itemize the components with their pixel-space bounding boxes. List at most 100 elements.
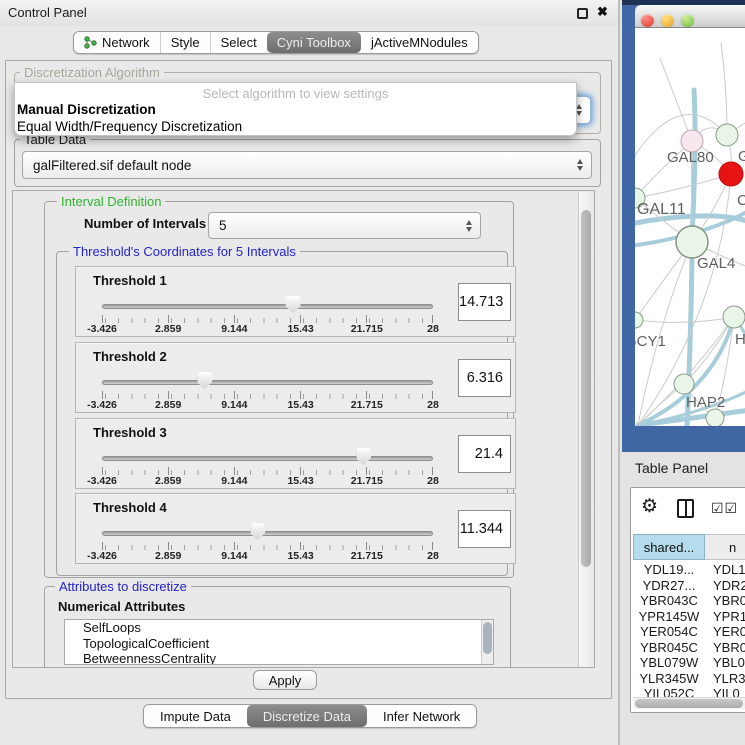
network-tab-icon [84,36,97,49]
threshold-1-slider-thumb[interactable] [286,296,301,313]
cyni-bottom-tabbar: Impute Data Discretize Data Infer Networ… [143,704,477,728]
table-panel: ⚙ ☑☑ shared... n YDL19...YDL1 YDR27...YD… [630,487,745,713]
control-panel-titlebar: Control Panel [0,0,620,26]
table-row[interactable]: YPR145WYPR1 [633,609,745,625]
node-label-hap2: HAP2 [686,394,725,411]
chevron-updown-icon [577,159,583,171]
node-label-gcy1: GCY1 [635,333,666,350]
threshold-4-slider-thumb[interactable] [250,523,265,540]
tab-jactivemnodules[interactable]: jActiveMNodules [361,32,478,53]
checkbox-icons[interactable]: ☑☑ [711,500,738,517]
tab-select[interactable]: Select [210,32,267,53]
chevron-updown-icon [466,220,472,232]
numerical-attributes-list: SelfLoops TopologicalCoefficient Between… [64,619,494,665]
threshold-1-slider-ticks [102,315,433,323]
threshold-4-value-field[interactable]: 11.344 [458,510,511,548]
gear-icon[interactable]: ⚙ [641,497,658,516]
threshold-3-slider-track[interactable] [102,456,433,461]
network-window-titlebar [635,5,745,28]
threshold-2-panel: Threshold 2 -3.4262.8599.14415.4321.7152… [75,342,516,413]
graph-node[interactable] [706,409,724,426]
threshold-1-value-field[interactable]: 14.713 [458,283,511,321]
node-label-gal11: GAL11 [637,201,686,218]
float-window-icon[interactable] [577,8,588,19]
thresholds-group-title: Threshold's Coordinates for 5 Intervals [69,244,300,259]
node-label-gal4: GAL4 [697,255,735,272]
tab-style[interactable]: Style [160,32,210,53]
popup-prompt: Select algorithm to view settings [15,86,576,101]
num-intervals-label: Number of Intervals [84,216,206,231]
table-data-combobox[interactable]: galFiltered.sif default node [22,151,592,179]
numerical-attributes-label: Numerical Attributes [58,599,185,614]
close-traffic-light-icon[interactable] [641,14,654,27]
zoom-traffic-light-icon[interactable] [681,14,694,27]
table-row[interactable]: YLR345WYLR3 [633,671,745,687]
algorithm-dropdown-popup: Select algorithm to view settings Manual… [14,82,577,136]
table-horizontal-scrollbar[interactable] [633,697,745,709]
column-header-name[interactable]: n [705,534,745,560]
settings-scrollpane: Interval Definition Number of Intervals … [12,190,595,668]
network-graph: GAL80 G. C GAL11 GAL4 GCY1 H HAP2 [635,28,745,426]
node-label-truncated-c: C [737,192,745,209]
threshold-2-slider-thumb[interactable] [197,372,212,389]
node-label-truncated-h: H [735,331,745,348]
tab-infer-network[interactable]: Infer Network [367,705,476,727]
control-panel-tabbar: Network Style Select Cyni Toolbox jActiv… [73,31,479,54]
node-label-gal80: GAL80 [667,149,714,166]
list-item-betweennesscentrality[interactable]: BetweennessCentrality [65,651,493,665]
threshold-3-panel: Threshold 3 -3.4262.8599.14415.4321.7152… [75,418,516,489]
tab-cyni-toolbox[interactable]: Cyni Toolbox [267,32,361,53]
split-view-icon[interactable] [677,499,694,518]
threshold-3-value-field[interactable]: 21.4 [458,435,511,473]
threshold-4-slider-ticks [102,542,433,550]
threshold-4-panel: Threshold 4 -3.4262.8599.14415.4321.7152… [75,493,516,564]
tab-network[interactable]: Network [74,32,160,53]
node-label-truncated-g: G. [738,148,745,165]
threshold-1-panel: Threshold 1 -3.4262.8599.14415.4321.7152… [75,266,516,337]
num-intervals-combobox[interactable]: 5 [208,212,481,239]
table-data-combobox-value: galFiltered.sif default node [33,158,191,173]
threshold-2-value-field[interactable]: 6.316 [458,359,511,397]
graph-node-gal4[interactable] [676,226,708,258]
graph-node[interactable] [723,306,745,328]
threshold-4-slider-track[interactable] [102,531,433,536]
column-header-shared-name[interactable]: shared... [633,534,705,560]
discretization-algorithm-title: Discretization Algorithm [20,65,164,80]
threshold-3-slider-ticks [102,467,433,475]
tab-impute-data[interactable]: Impute Data [144,705,247,727]
table-row[interactable]: YDL19...YDL1 [633,562,745,578]
table-hscrollbar-thumb[interactable] [635,699,743,708]
num-intervals-value: 5 [219,218,227,233]
table-row[interactable]: YBR045CYBR0 [633,640,745,656]
table-row[interactable]: YBR043CYBR0 [633,593,745,609]
graph-node-hap2[interactable] [674,374,694,394]
interval-definition-title: Interval Definition [57,194,165,209]
settings-vertical-scrollbar[interactable] [578,192,593,668]
screenshot-stage: Control Panel ✖ Network Style Select Cyn… [0,0,745,745]
popup-item-manual-discretization[interactable]: Manual Discretization [17,102,156,117]
table-panel-title: Table Panel [635,460,708,476]
graph-node-gcy1[interactable] [635,312,643,328]
table-row[interactable]: YBL079WYBL0 [633,655,745,671]
threshold-2-slider-ticks [102,391,433,399]
tab-discretize-data[interactable]: Discretize Data [247,705,367,727]
tab-network-label: Network [102,35,150,50]
attributes-list-scrollbar[interactable] [481,620,493,664]
popup-item-equal-width[interactable]: Equal Width/Frequency Discretization [17,119,242,134]
network-canvas[interactable]: GAL80 G. C GAL11 GAL4 GCY1 H HAP2 [635,28,745,426]
attributes-group-title: Attributes to discretize [55,579,191,594]
list-item-topologicalcoefficient[interactable]: TopologicalCoefficient [65,636,493,652]
threshold-3-slider-thumb[interactable] [356,448,371,465]
graph-node-selected[interactable] [719,162,743,186]
close-icon[interactable]: ✖ [597,4,608,20]
apply-button[interactable]: Apply [253,670,317,690]
table-row[interactable]: YDR27...YDR2 [633,578,745,594]
minimize-traffic-light-icon[interactable] [661,14,674,27]
settings-scrollbar-thumb[interactable] [581,210,591,567]
graph-node[interactable] [716,124,738,146]
window-title: Control Panel [8,5,87,20]
threshold-2-slider-track[interactable] [102,380,433,385]
list-item-selfloops[interactable]: SelfLoops [65,620,493,636]
table-row[interactable]: YER054CYER0 [633,624,745,640]
threshold-1-slider-track[interactable] [102,304,433,309]
